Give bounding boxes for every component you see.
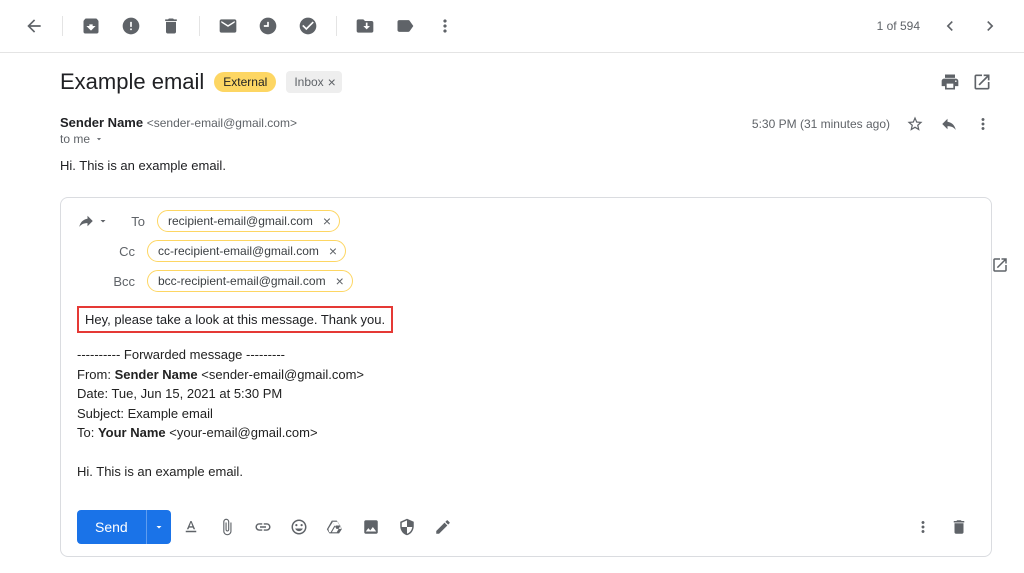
to-details-toggle[interactable]: to me (60, 132, 752, 146)
inbox-chip-remove[interactable]: × (326, 74, 338, 90)
cc-recipient-remove[interactable]: × (325, 243, 341, 259)
subject-text: Example email (60, 69, 204, 95)
message-header: Sender Name <sender-email@gmail.com> to … (60, 115, 992, 146)
to-line-text: to me (60, 132, 90, 146)
reply-type-dropdown[interactable] (97, 215, 109, 227)
external-chip: External (214, 72, 276, 92)
reply-button[interactable] (940, 115, 958, 133)
to-recipient-remove[interactable]: × (319, 213, 335, 229)
formatting-button[interactable] (175, 511, 207, 543)
forward-icon[interactable] (77, 212, 95, 230)
insert-signature-button[interactable] (427, 511, 459, 543)
message-body: Hi. This is an example email. (60, 158, 992, 173)
to-recipient-chip[interactable]: recipient-email@gmail.com × (157, 210, 340, 232)
more-button[interactable] (427, 8, 463, 44)
popout-compose-button[interactable] (991, 256, 1009, 277)
fwd-to-email: <your-email@gmail.com> (166, 425, 318, 440)
send-more-options[interactable] (146, 510, 171, 544)
compose-box: To recipient-email@gmail.com × Cc cc-rec… (60, 197, 992, 557)
compose-footer: Send (77, 510, 975, 544)
to-recipient-text: recipient-email@gmail.com (168, 214, 313, 228)
send-button[interactable]: Send (77, 510, 171, 544)
fwd-from-email: <sender-email@gmail.com> (198, 367, 364, 382)
insert-emoji-button[interactable] (283, 511, 315, 543)
inbox-chip-label: Inbox (294, 75, 323, 89)
forwarded-content[interactable]: ---------- Forwarded message --------- F… (77, 345, 975, 482)
next-button[interactable] (972, 8, 1008, 44)
add-to-tasks-button[interactable] (290, 8, 326, 44)
attach-button[interactable] (211, 511, 243, 543)
star-button[interactable] (906, 115, 924, 133)
cc-label: Cc (111, 244, 135, 259)
cc-recipient-chip[interactable]: cc-recipient-email@gmail.com × (147, 240, 346, 262)
snooze-button[interactable] (250, 8, 286, 44)
fwd-date: Date: Tue, Jun 15, 2021 at 5:30 PM (77, 384, 975, 404)
fwd-from-label: From: (77, 367, 115, 382)
fwd-subject: Subject: Example email (77, 404, 975, 424)
prev-button[interactable] (932, 8, 968, 44)
chevron-down-icon (94, 134, 104, 144)
bcc-recipient-chip[interactable]: bcc-recipient-email@gmail.com × (147, 270, 353, 292)
move-to-button[interactable] (347, 8, 383, 44)
confidential-mode-button[interactable] (391, 511, 423, 543)
fwd-to-label: To: (77, 425, 98, 440)
compose-note[interactable]: Hey, please take a look at this message.… (77, 306, 393, 333)
labels-button[interactable] (387, 8, 423, 44)
message-toolbar: 1 of 594 (0, 0, 1024, 53)
back-button[interactable] (16, 8, 52, 44)
compose-more-button[interactable] (907, 511, 939, 543)
timestamp: 5:30 PM (31 minutes ago) (752, 117, 890, 131)
to-label: To (121, 214, 145, 229)
insert-photo-button[interactable] (355, 511, 387, 543)
sender-email: <sender-email@gmail.com> (147, 116, 297, 130)
subject-row: Example email External Inbox × (60, 69, 992, 95)
spam-button[interactable] (113, 8, 149, 44)
print-button[interactable] (940, 72, 960, 92)
sender-name: Sender Name (60, 115, 143, 130)
mark-unread-button[interactable] (210, 8, 246, 44)
insert-link-button[interactable] (247, 511, 279, 543)
separator (199, 16, 200, 36)
bcc-label: Bcc (111, 274, 135, 289)
fwd-header: ---------- Forwarded message --------- (77, 345, 975, 365)
inbox-chip[interactable]: Inbox × (286, 71, 342, 93)
thread-count: 1 of 594 (877, 19, 920, 33)
archive-button[interactable] (73, 8, 109, 44)
fwd-from-name: Sender Name (115, 367, 198, 382)
message-more-button[interactable] (974, 115, 992, 133)
insert-drive-button[interactable] (319, 511, 351, 543)
fwd-body-text: Hi. This is an example email. (77, 462, 975, 482)
separator (336, 16, 337, 36)
open-new-window-button[interactable] (972, 72, 992, 92)
discard-draft-button[interactable] (943, 511, 975, 543)
fwd-to-name: Your Name (98, 425, 166, 440)
bcc-recipient-text: bcc-recipient-email@gmail.com (158, 274, 326, 288)
send-label[interactable]: Send (77, 510, 146, 544)
bcc-recipient-remove[interactable]: × (332, 273, 348, 289)
delete-button[interactable] (153, 8, 189, 44)
separator (62, 16, 63, 36)
cc-recipient-text: cc-recipient-email@gmail.com (158, 244, 319, 258)
